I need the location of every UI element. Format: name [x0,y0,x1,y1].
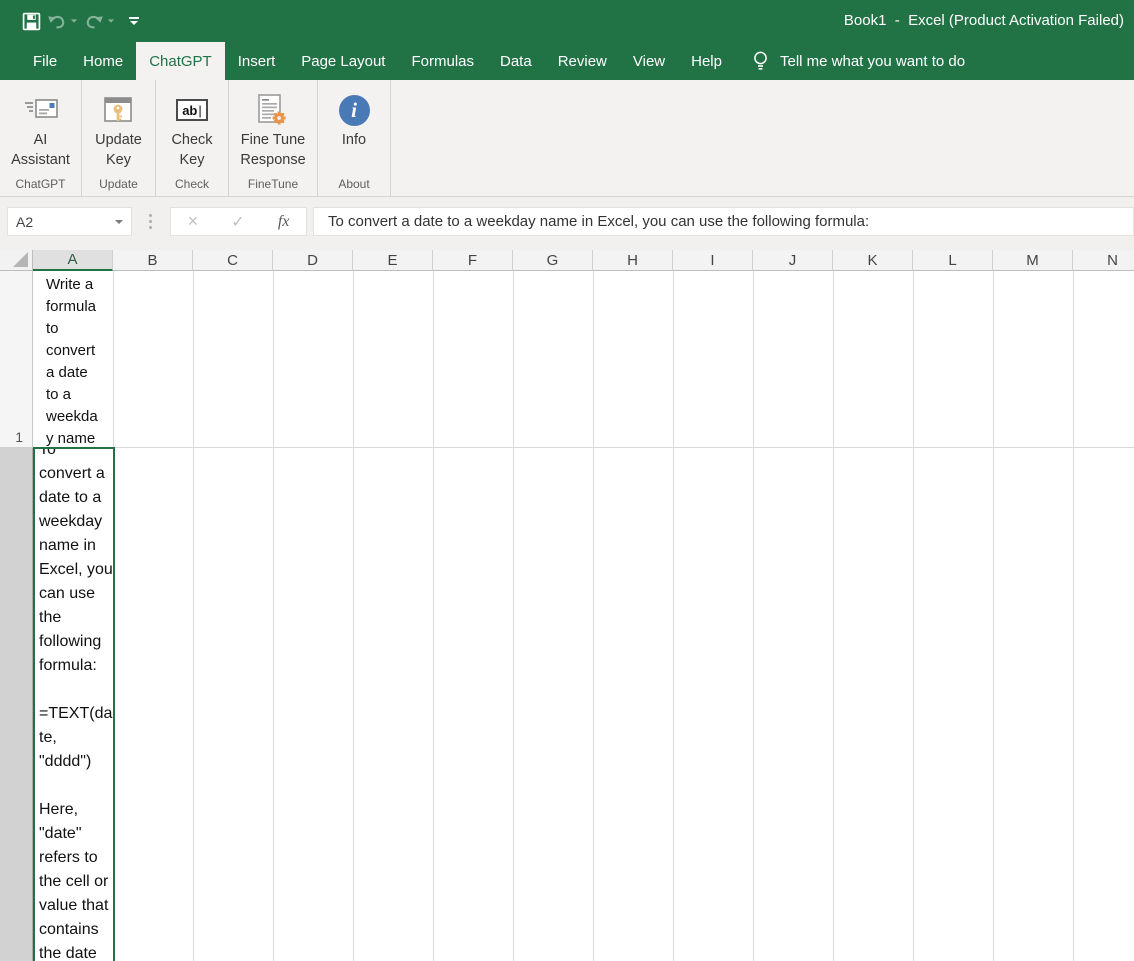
check-key-icon: ab| [176,90,208,130]
tab-home[interactable]: Home [70,42,136,80]
gridline [673,271,674,961]
gridline [273,271,274,961]
customize-quick-access-icon[interactable] [129,17,139,25]
gridline [433,271,434,961]
fine-tune-label-line2: Response [240,150,305,170]
redo-button[interactable] [84,9,115,33]
column-header-i[interactable]: I [673,250,753,271]
ai-assistant-label-line2: Assistant [11,150,70,170]
column-header-g[interactable]: G [513,250,593,271]
tab-chatgpt[interactable]: ChatGPT [136,42,225,80]
group-label-update: Update [82,177,155,191]
select-all-button[interactable] [0,250,33,271]
check-key-icon-text: ab [182,103,197,118]
gridline [913,271,914,961]
info-icon: i [339,90,370,130]
undo-dropdown-icon[interactable] [71,19,77,22]
gridline [193,271,194,961]
formula-bar-row: A2 × ✓ fx To convert a date to a weekday… [0,197,1134,250]
column-header-d[interactable]: D [273,250,353,271]
group-label-chatgpt: ChatGPT [0,177,81,191]
group-label-check: Check [156,177,228,191]
confirm-icon[interactable]: ✓ [231,212,244,232]
column-header-c[interactable]: C [193,250,273,271]
gridline [1073,271,1074,961]
ribbon-group-about: i Info About [318,80,391,196]
column-header-f[interactable]: F [433,250,513,271]
gridline [593,271,594,961]
tell-me-search[interactable]: Tell me what you want to do [753,42,965,80]
tab-page-layout[interactable]: Page Layout [288,42,398,80]
tab-data[interactable]: Data [487,42,545,80]
group-label-finetune: FineTune [229,177,317,191]
cell-a2-text: To convert a date to a weekday name in E… [35,449,113,961]
column-header-e[interactable]: E [353,250,433,271]
excel-window: Book1 - Excel (Product Activation Failed… [0,0,1134,961]
fine-tune-label-line1: Fine Tune [241,130,306,150]
lightbulb-icon [753,50,768,72]
tab-file[interactable]: File [20,42,70,80]
info-icon-text: i [339,95,370,126]
info-label-line1: Info [342,130,366,150]
cell-a1[interactable]: Write a formula to convert a date to a w… [33,271,113,448]
column-header-h[interactable]: H [593,250,673,271]
ai-assistant-icon [24,90,58,130]
cancel-icon[interactable]: × [188,211,199,232]
formula-bar-buttons: × ✓ fx [170,207,307,236]
tab-review[interactable]: Review [545,42,620,80]
check-key-label-line1: Check [171,130,212,150]
name-box-dropdown-icon[interactable] [115,220,123,224]
column-header-m[interactable]: M [993,250,1073,271]
group-label-about: About [318,177,390,191]
insert-function-icon[interactable]: fx [278,213,290,231]
formula-bar-separator [149,214,152,229]
gridline [513,271,514,961]
update-key-label-line1: Update [95,130,142,150]
gridline [833,271,834,961]
tab-insert[interactable]: Insert [225,42,289,80]
quick-access-toolbar [22,9,139,33]
name-box[interactable]: A2 [7,207,132,236]
tab-formulas[interactable]: Formulas [398,42,487,80]
column-header-a[interactable]: A [33,250,113,271]
row-header-2[interactable] [0,448,33,961]
tab-help[interactable]: Help [678,42,735,80]
tab-view[interactable]: View [620,42,678,80]
save-icon[interactable] [22,9,41,33]
window-title: Book1 - Excel (Product Activation Failed… [844,12,1124,29]
gridline [993,271,994,961]
update-key-label-line2: Key [106,150,131,170]
ribbon-tab-bar: File Home ChatGPT Insert Page Layout For… [0,42,1134,80]
column-header-k[interactable]: K [833,250,913,271]
row-header-1[interactable]: 1 [0,271,33,448]
sheet-grid[interactable]: 1 Write a formula to convert a date to a… [0,271,1134,961]
column-header-j[interactable]: J [753,250,833,271]
ribbon-group-finetune: Fine Tune Response FineTune [229,80,318,196]
ribbon-group-chatgpt: AI Assistant ChatGPT [0,80,82,196]
undo-button[interactable] [47,9,78,33]
ai-assistant-label-line1: AI [34,130,48,150]
column-header-b[interactable]: B [113,250,193,271]
cell-a2[interactable]: To convert a date to a weekday name in E… [35,449,113,961]
update-key-icon [102,90,134,130]
formula-input[interactable]: To convert a date to a weekday name in E… [313,207,1134,236]
name-box-value: A2 [16,214,33,230]
gridline [33,447,1134,448]
column-header-n[interactable]: N [1073,250,1134,271]
ribbon: AI Assistant ChatGPT U [0,80,1134,197]
check-key-label-line2: Key [179,150,204,170]
redo-dropdown-icon[interactable] [108,19,114,22]
fine-tune-icon [258,90,288,130]
gridline [753,271,754,961]
column-header-l[interactable]: L [913,250,993,271]
select-all-triangle-icon [13,252,28,267]
gridline [353,271,354,961]
gridline [113,271,114,961]
title-bar: Book1 - Excel (Product Activation Failed… [0,0,1134,42]
ribbon-group-update: Update Key Update [82,80,156,196]
ribbon-group-check: ab| Check Key Check [156,80,229,196]
tell-me-label: Tell me what you want to do [780,53,965,70]
